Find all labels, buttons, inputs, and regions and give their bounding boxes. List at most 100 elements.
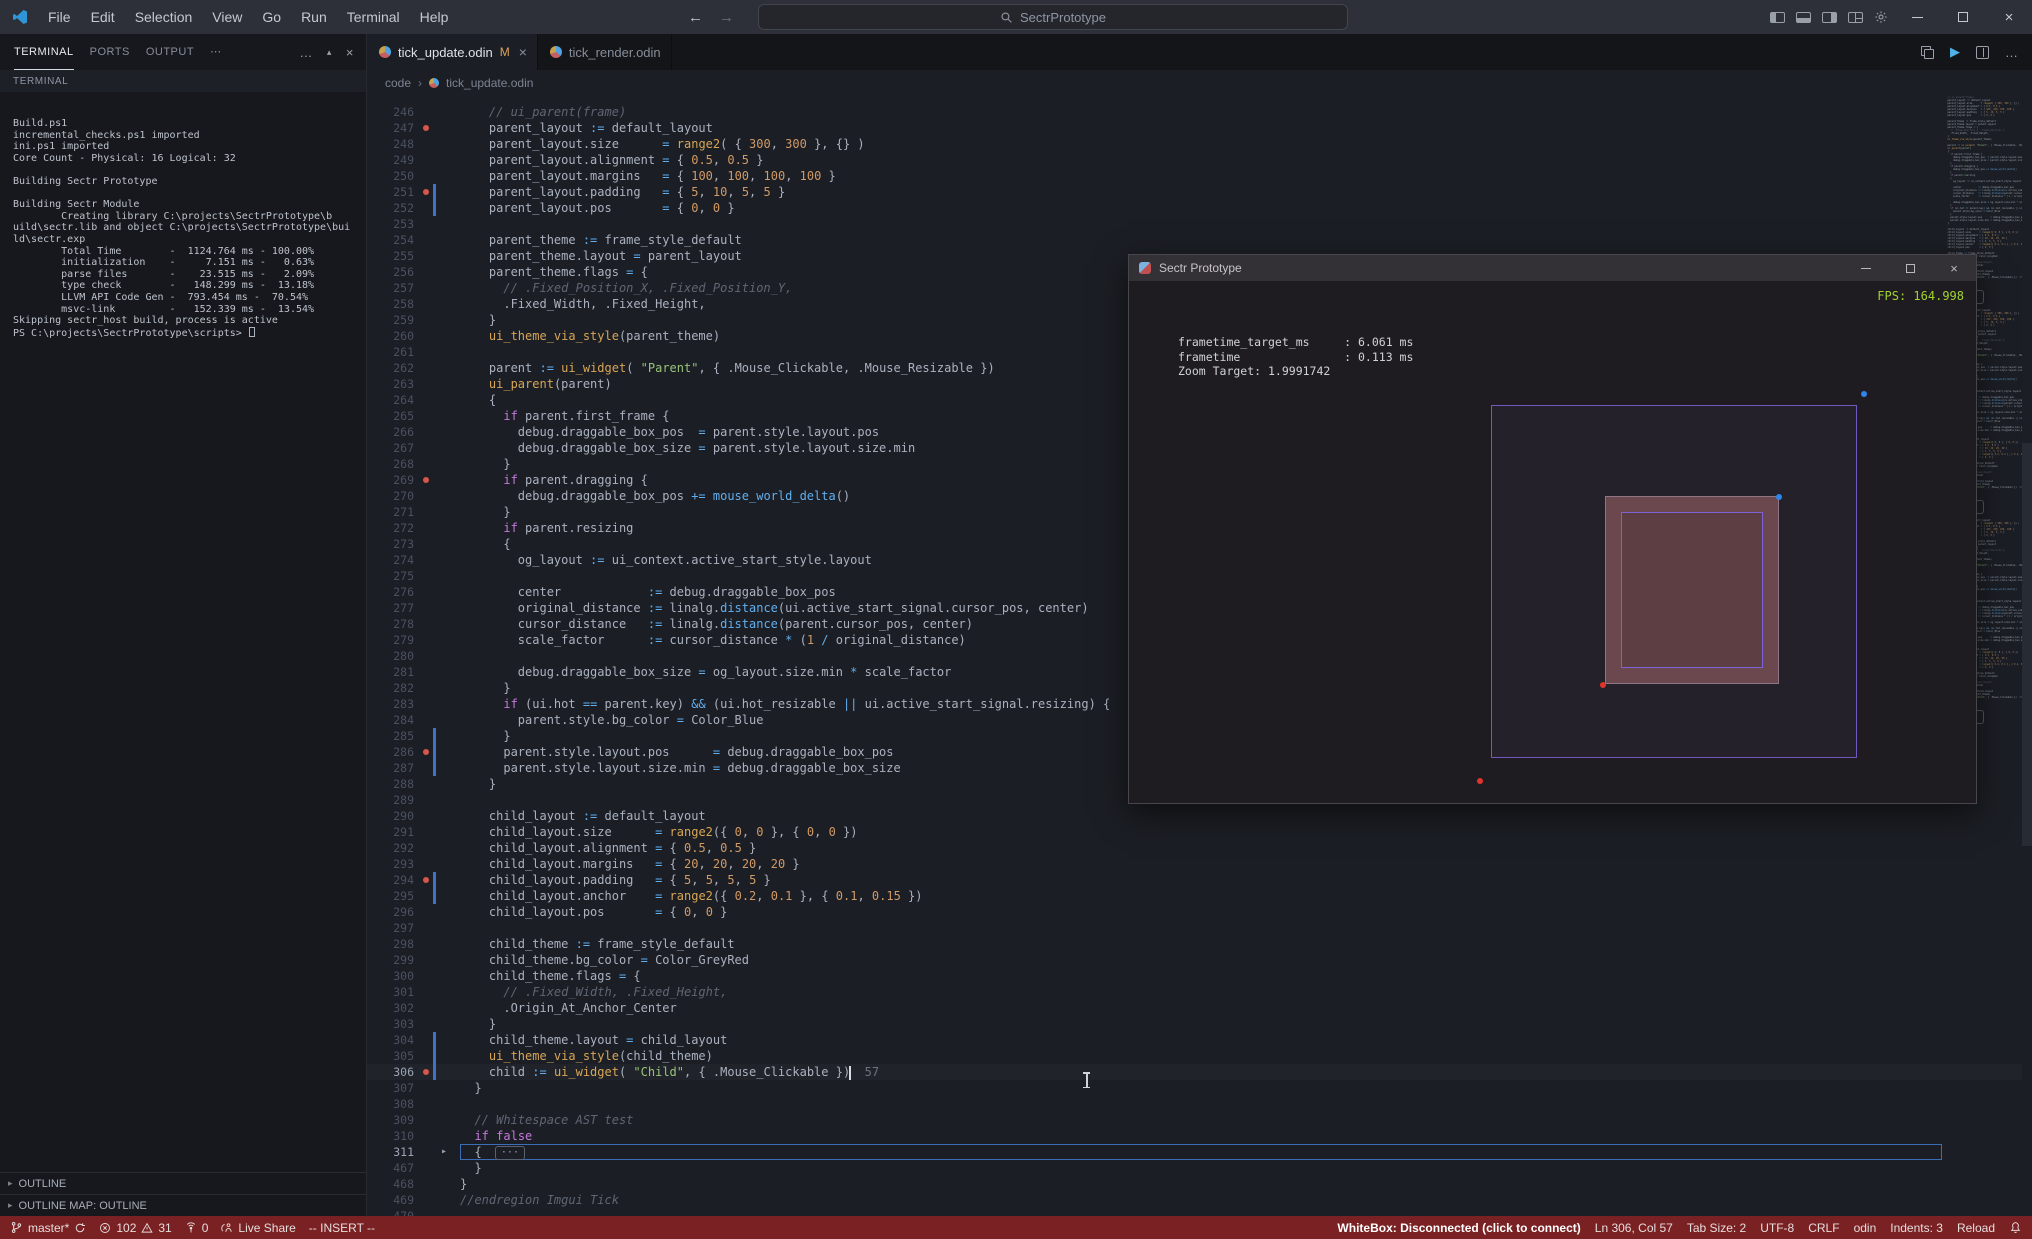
back-arrow-icon[interactable]: ← [688, 9, 703, 26]
editor-more-actions-icon[interactable]: … [2005, 45, 2018, 60]
breadcrumb-folder[interactable]: code [385, 76, 411, 90]
split-editor-icon[interactable] [1976, 45, 1989, 59]
vim-mode-indicator[interactable]: -- INSERT -- [309, 1221, 375, 1235]
menu-terminal[interactable]: Terminal [337, 5, 410, 29]
editor-scrollbar[interactable] [2022, 96, 2032, 1216]
code-line-290[interactable]: 290 child_layout := default_layout [367, 808, 2032, 824]
ports-status[interactable]: 0 [185, 1221, 208, 1235]
fold-chevron-icon[interactable]: ▸ [441, 1144, 447, 1160]
gutter-breakpoint-dot[interactable] [423, 477, 429, 483]
command-center-search[interactable]: SectrPrototype [758, 4, 1348, 30]
code-line-300[interactable]: 300 child_theme.flags = { [367, 968, 2032, 984]
code-line-303[interactable]: 303 } [367, 1016, 2032, 1032]
code-line-293[interactable]: 293 child_layout.margins = { 20, 20, 20,… [367, 856, 2032, 872]
terminal-output[interactable]: Build.ps1 incremental_checks.ps1 importe… [0, 92, 366, 1172]
code-line-295[interactable]: 295 child_layout.anchor = range2({ 0.2, … [367, 888, 2032, 904]
code-line-468[interactable]: 468} [367, 1176, 2032, 1192]
forward-arrow-icon[interactable]: → [719, 9, 734, 26]
panel-tab-ports[interactable]: PORTS [90, 34, 130, 70]
menu-run[interactable]: Run [291, 5, 337, 29]
code-line-470[interactable]: 470 [367, 1208, 2032, 1216]
whitebox-status[interactable]: WhiteBox: Disconnected (click to connect… [1337, 1221, 1580, 1235]
sectr-prototype-window[interactable]: Sectr Prototype × FPS: 164.998 frametime… [1128, 254, 1977, 804]
code-line-292[interactable]: 292 child_layout.alignment = { 0.5, 0.5 … [367, 840, 2032, 856]
gutter-breakpoint-dot[interactable] [423, 877, 429, 883]
gutter-breakpoint-dot[interactable] [423, 125, 429, 131]
gutter-breakpoint-dot[interactable] [423, 189, 429, 195]
code-line-305[interactable]: 305 ui_theme_via_style(child_theme) [367, 1048, 2032, 1064]
open-changes-icon[interactable] [1921, 45, 1934, 59]
code-line-298[interactable]: 298 child_theme := frame_style_default [367, 936, 2032, 952]
code-line-308[interactable]: 308 [367, 1096, 2032, 1112]
tab-tick-render[interactable]: tick_render.odin [538, 34, 672, 70]
sidebar-section-outline[interactable]: ▸ OUTLINE [0, 1172, 366, 1194]
tab-close-icon[interactable]: × [519, 44, 527, 60]
sectr-window-titlebar[interactable]: Sectr Prototype × [1129, 255, 1976, 281]
code-line-252[interactable]: 252 parent_layout.pos = { 0, 0 } [367, 200, 2032, 216]
code-line-306[interactable]: 306 child := ui_widget( "Child", { .Mous… [367, 1064, 2032, 1080]
menu-go[interactable]: Go [252, 5, 291, 29]
menu-edit[interactable]: Edit [81, 5, 125, 29]
code-line-301[interactable]: 301 // .Fixed_Width, .Fixed_Height, [367, 984, 2032, 1000]
encoding-status[interactable]: UTF-8 [1760, 1221, 1794, 1235]
code-line-294[interactable]: 294 child_layout.padding = { 5, 5, 5, 5 … [367, 872, 2032, 888]
menu-selection[interactable]: Selection [125, 5, 203, 29]
code-line-307[interactable]: 307 } [367, 1080, 2032, 1096]
live-share-status[interactable]: Live Share [221, 1221, 296, 1235]
scrollbar-thumb[interactable] [2022, 443, 2032, 847]
code-line-304[interactable]: 304 child_theme.layout = child_layout [367, 1032, 2032, 1048]
maximize-button[interactable] [1940, 0, 1986, 34]
code-line-249[interactable]: 249 parent_layout.alignment = { 0.5, 0.5… [367, 152, 2032, 168]
code-line-246[interactable]: 246 // ui_parent(frame) [367, 104, 2032, 120]
settings-gear-icon[interactable] [1868, 0, 1894, 34]
reload-status[interactable]: Reload [1957, 1221, 1995, 1235]
eol-status[interactable]: CRLF [1808, 1221, 1839, 1235]
panel-maximize-icon[interactable]: ▴ [327, 47, 332, 58]
toggle-panel-icon[interactable] [1790, 0, 1816, 34]
sectr-render-viewport[interactable]: FPS: 164.998 frametime_target_ms : 6.061… [1129, 281, 1976, 803]
menu-help[interactable]: Help [410, 5, 459, 29]
code-line-248[interactable]: 248 parent_layout.size = range2( { 300, … [367, 136, 2032, 152]
menu-file[interactable]: File [38, 5, 81, 29]
customize-layout-icon[interactable] [1842, 0, 1868, 34]
code-line-309[interactable]: 309 // Whitespace AST test [367, 1112, 2032, 1128]
close-button[interactable]: × [1986, 0, 2032, 34]
toggle-sidebar-icon[interactable] [1764, 0, 1790, 34]
child-widget-box[interactable] [1605, 496, 1779, 684]
code-line-247[interactable]: 247 parent_layout := default_layout [367, 120, 2032, 136]
terminal-section-label[interactable]: TERMINAL [13, 76, 68, 87]
code-line-253[interactable]: 253 [367, 216, 2032, 232]
git-branch-status[interactable]: master* [10, 1221, 86, 1235]
indents-status[interactable]: Indents: 3 [1890, 1221, 1943, 1235]
run-button[interactable]: ▶ [1950, 44, 1960, 60]
code-line-250[interactable]: 250 parent_layout.margins = { 100, 100, … [367, 168, 2032, 184]
minimize-button[interactable] [1894, 0, 1940, 34]
sectr-close-button[interactable]: × [1932, 255, 1976, 281]
code-line-310[interactable]: 310 if false [367, 1128, 2032, 1144]
sidebar-section-outline-map[interactable]: ▸ OUTLINE MAP: OUTLINE [0, 1194, 366, 1216]
code-line-291[interactable]: 291 child_layout.size = range2({ 0, 0 },… [367, 824, 2032, 840]
problems-status[interactable]: 102 31 [99, 1221, 172, 1235]
code-line-299[interactable]: 299 child_theme.bg_color = Color_GreyRed [367, 952, 2032, 968]
code-line-296[interactable]: 296 child_layout.pos = { 0, 0 } [367, 904, 2032, 920]
tab-size-status[interactable]: Tab Size: 2 [1687, 1221, 1746, 1235]
code-line-254[interactable]: 254 parent_theme := frame_style_default [367, 232, 2032, 248]
panel-close-icon[interactable]: × [346, 45, 354, 60]
sectr-maximize-button[interactable] [1888, 255, 1932, 281]
notifications-bell-icon[interactable] [2009, 1221, 2022, 1234]
panel-tab-terminal[interactable]: TERMINAL [14, 34, 74, 70]
panel-tab-output[interactable]: OUTPUT [146, 34, 194, 70]
breadcrumb-file[interactable]: tick_update.odin [446, 76, 533, 90]
cursor-position-status[interactable]: Ln 306, Col 57 [1595, 1221, 1673, 1235]
toggle-secondary-sidebar-icon[interactable] [1816, 0, 1842, 34]
code-line-302[interactable]: 302 .Origin_At_Anchor_Center [367, 1000, 2032, 1016]
menu-view[interactable]: View [202, 5, 252, 29]
vscode-logo-icon[interactable] [12, 9, 28, 25]
gutter-breakpoint-dot[interactable] [423, 1069, 429, 1075]
sectr-minimize-button[interactable] [1844, 255, 1888, 281]
code-line-297[interactable]: 297 [367, 920, 2032, 936]
panel-more-actions-icon[interactable]: … [299, 45, 313, 60]
code-line-469[interactable]: 469//endregion Imgui Tick [367, 1192, 2032, 1208]
code-line-251[interactable]: 251 parent_layout.padding = { 5, 10, 5, … [367, 184, 2032, 200]
code-line-311[interactable]: 311 ▸ { ··· [367, 1144, 2032, 1160]
